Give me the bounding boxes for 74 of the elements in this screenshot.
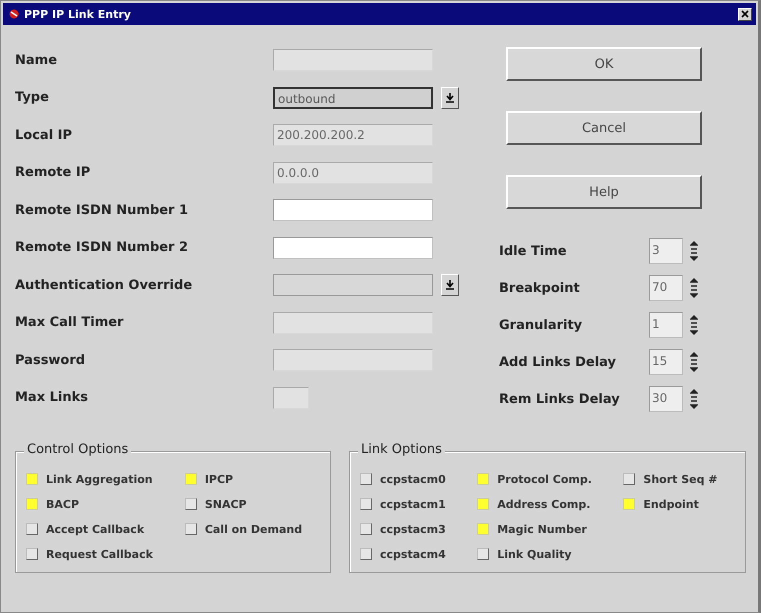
field-label: Authentication Override <box>15 278 194 293</box>
checkbox-label: Address Comp. <box>497 498 590 510</box>
close-icon <box>741 10 749 18</box>
checkbox[interactable] <box>477 498 490 510</box>
group-title: Link Options <box>358 442 445 457</box>
dropdown-button[interactable] <box>441 86 459 109</box>
dialog-button[interactable]: Cancel <box>506 111 702 145</box>
spinner-arrows-icon[interactable] <box>690 240 698 262</box>
spinner-label: Add Links Delay <box>499 354 618 370</box>
checkbox-label: ccpstacm4 <box>380 548 446 560</box>
spinner-field[interactable]: 1 <box>649 312 683 338</box>
checkbox[interactable] <box>477 523 490 535</box>
spinner-field[interactable]: 15 <box>649 349 683 375</box>
spinner-arrows-icon[interactable] <box>690 277 698 299</box>
field-label: Remote ISDN Number 1 <box>15 202 190 218</box>
field-label: Type <box>15 90 50 106</box>
checkbox-label: Endpoint <box>643 498 699 510</box>
spinner-label: Rem Links Delay <box>499 392 621 406</box>
checkbox[interactable] <box>360 548 372 560</box>
checkbox[interactable] <box>360 498 372 510</box>
checkbox-label: IPCP <box>204 472 234 486</box>
checkbox[interactable] <box>26 498 38 510</box>
spinner-label: Granularity <box>499 318 584 332</box>
input-field[interactable] <box>273 199 433 222</box>
checkbox[interactable] <box>26 473 38 485</box>
spinner-arrows-icon[interactable] <box>690 351 698 373</box>
checkbox-label: Link Aggregation <box>46 472 153 486</box>
checkbox-label: ccpstacm1 <box>380 498 446 510</box>
dropdown-button[interactable] <box>441 274 459 296</box>
checkbox[interactable] <box>477 473 490 485</box>
checkbox[interactable] <box>26 548 38 560</box>
app-icon <box>9 9 19 19</box>
checkbox-label: Short Seq # <box>643 472 718 486</box>
checkbox[interactable] <box>623 498 636 510</box>
down-arrow-icon <box>445 92 455 104</box>
checkbox-label: ccpstacm3 <box>380 522 446 536</box>
dialog-button[interactable]: OK <box>506 47 702 81</box>
field-label: Name <box>15 52 58 68</box>
checkbox[interactable] <box>360 523 372 535</box>
field-label: Remote IP <box>15 165 92 180</box>
checkbox[interactable] <box>26 523 38 535</box>
checkbox-label: Accept Callback <box>46 522 144 536</box>
input-field[interactable] <box>273 236 433 259</box>
checkbox[interactable] <box>477 548 490 560</box>
spinner-arrows-icon[interactable] <box>690 314 698 336</box>
spinner-label: Breakpoint <box>499 280 581 296</box>
down-arrow-icon <box>445 279 455 292</box>
field-label: Local IP <box>15 128 74 143</box>
checkbox[interactable] <box>623 473 636 485</box>
dialog-button[interactable]: Help <box>506 175 702 209</box>
close-button[interactable] <box>738 8 752 20</box>
field-label: Password <box>15 352 86 368</box>
checkbox-label: SNACP <box>204 498 247 510</box>
spinner-field[interactable]: 70 <box>649 275 683 301</box>
checkbox-label: Request Callback <box>46 548 153 560</box>
checkbox-label: Link Quality <box>497 548 572 560</box>
spinner-field[interactable]: 3 <box>649 238 683 264</box>
spinner-arrows-icon[interactable] <box>690 388 698 410</box>
group-title: Control Options <box>24 442 132 457</box>
window-title: PPP IP Link Entry <box>24 8 132 20</box>
checkbox-label: BACP <box>46 498 80 510</box>
checkbox-label: ccpstacm0 <box>380 472 446 486</box>
checkbox[interactable] <box>184 473 197 485</box>
checkbox[interactable] <box>184 523 197 535</box>
field-label: Max Links <box>15 390 89 406</box>
field-label: Max Call Timer <box>15 315 124 330</box>
spinner-field[interactable]: 30 <box>649 386 683 412</box>
checkbox[interactable] <box>360 473 372 485</box>
checkbox[interactable] <box>184 498 197 510</box>
checkbox-label: Protocol Comp. <box>497 472 592 486</box>
checkbox-label: Call on Demand <box>204 522 302 536</box>
spinner-label: Idle Time <box>499 244 568 258</box>
field-label: Remote ISDN Number 2 <box>15 240 190 256</box>
checkbox-label: Magic Number <box>497 522 587 536</box>
